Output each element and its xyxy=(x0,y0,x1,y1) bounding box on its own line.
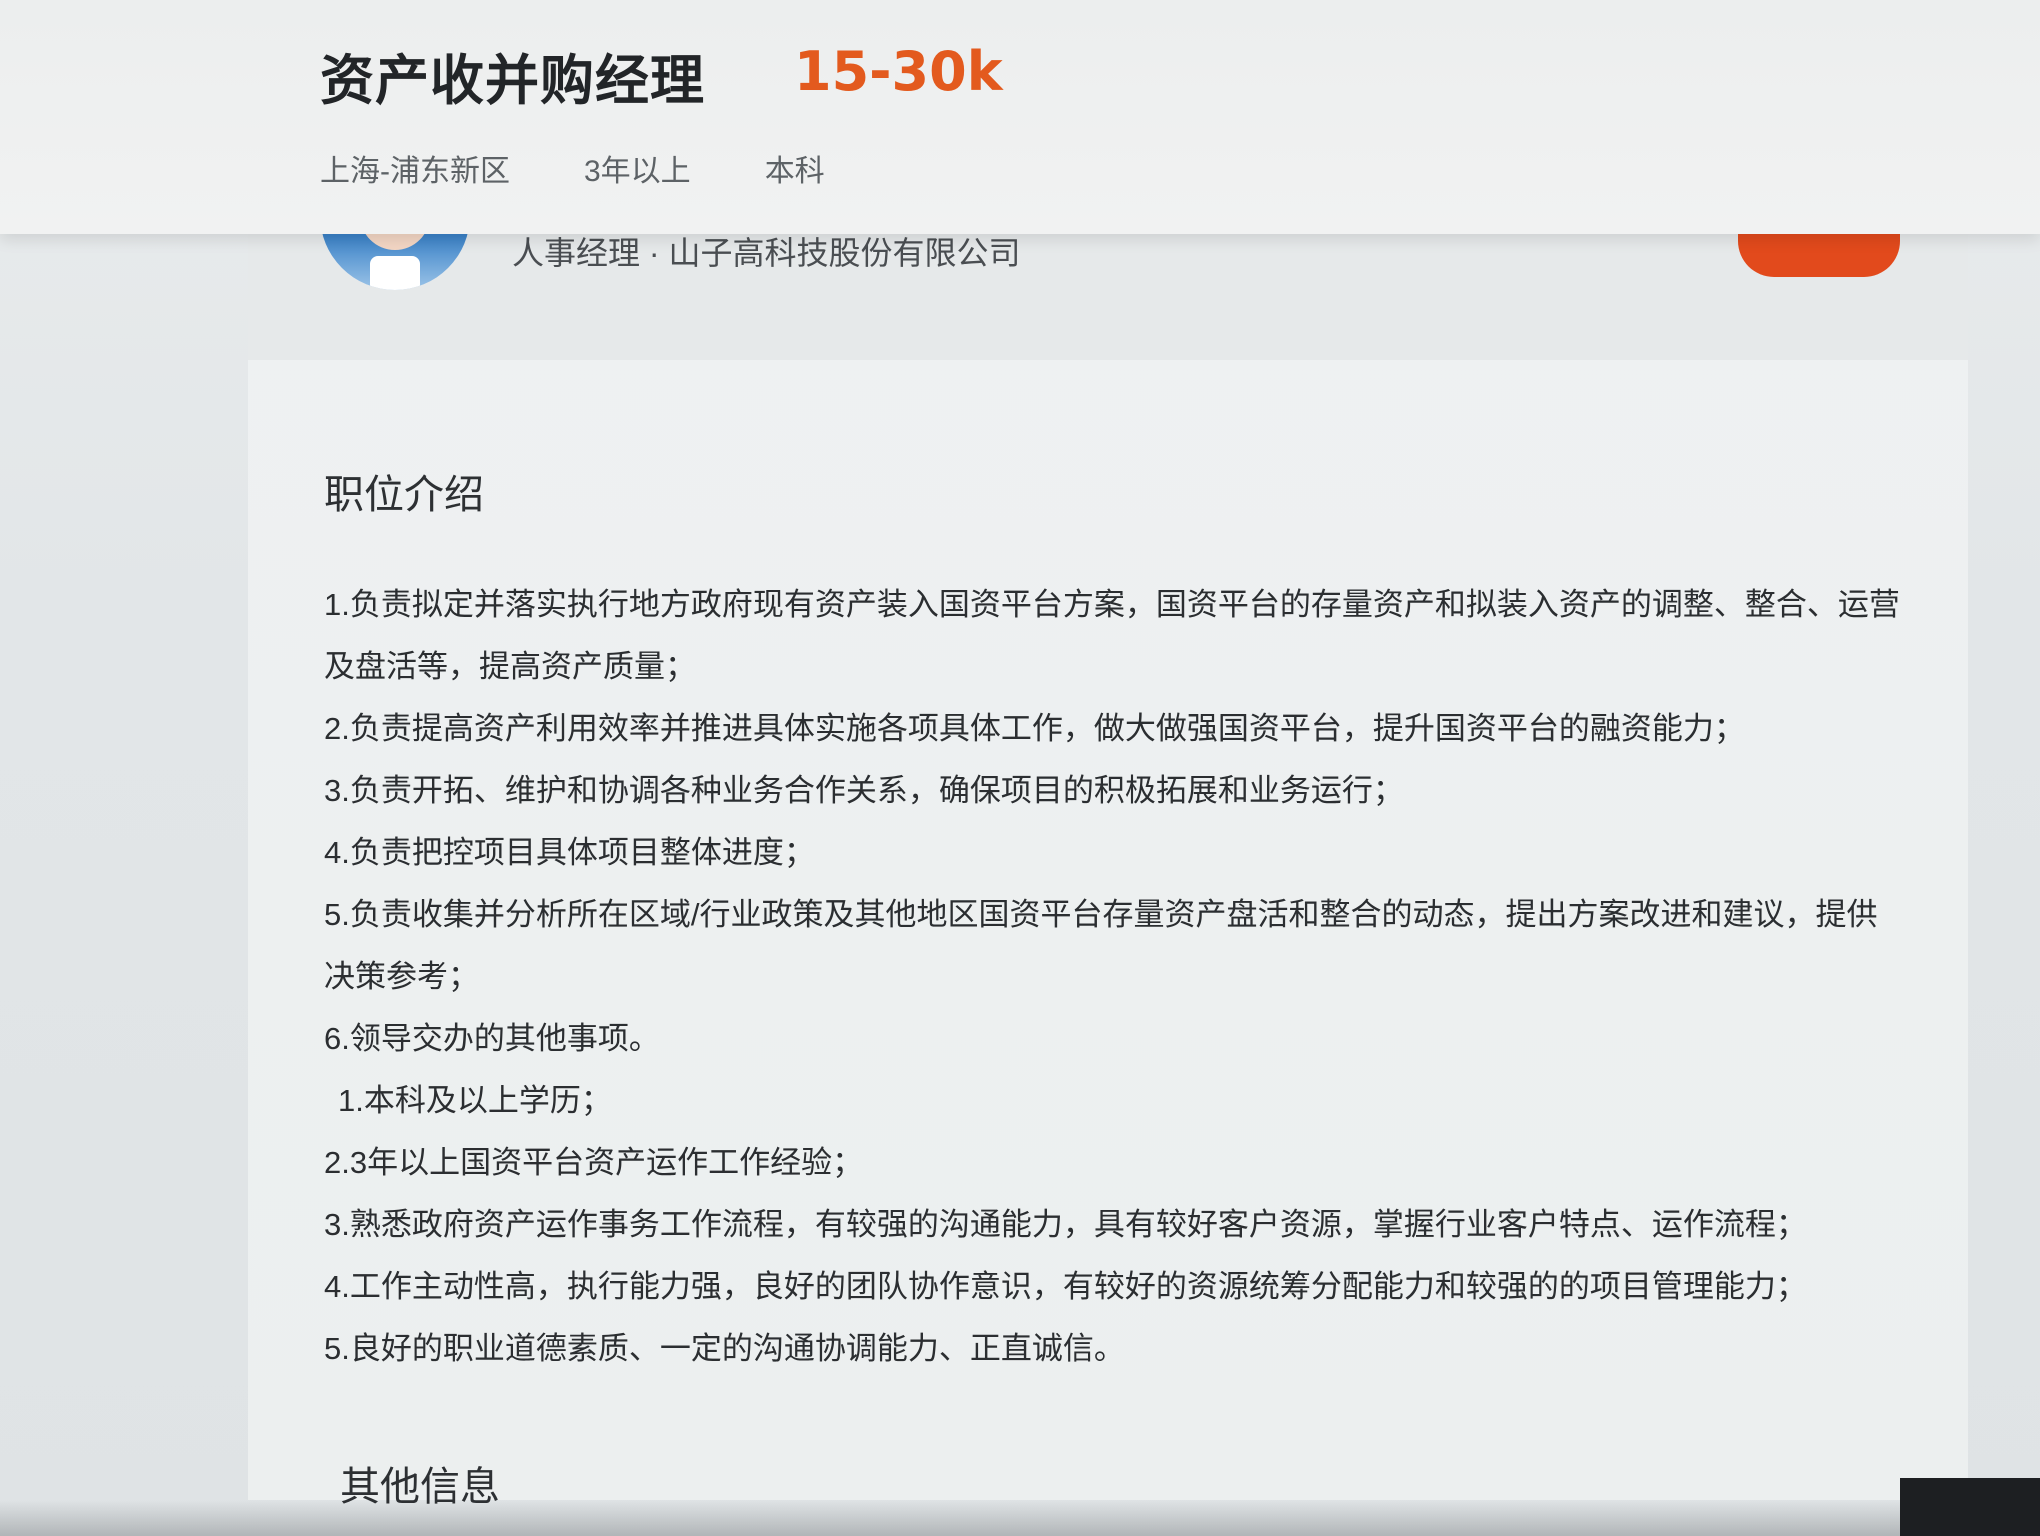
requirement-line: 3.熟悉政府资产运作事务工作流程，有较强的沟通能力，具有较好客户资源，掌握行业客… xyxy=(324,1207,1807,1242)
sticky-job-header: 资产收并购经理 15-30k 上海-浦东新区 3年以上 本科 xyxy=(0,0,2040,234)
avatar-collar xyxy=(370,256,420,290)
requirement-line: 1.本科及以上学历； xyxy=(338,1083,612,1118)
screen-bezel xyxy=(1900,1478,2040,1536)
requirement-line: 5.良好的职业道德素质、一定的沟通协调能力、正直诚信。 xyxy=(324,1331,1125,1366)
job-meta: 上海-浦东新区 3年以上 本科 xyxy=(320,146,825,190)
screen-bottom-shade xyxy=(0,1500,2040,1536)
job-detail-page: 人事经理 · 山子高科技股份有限公司 职位介绍 1.负责拟定并落实执行地方政府现… xyxy=(0,0,2040,1536)
description-line: 4.负责把控项目具体项目整体进度； xyxy=(324,835,815,870)
requirement-line: 2.3年以上国资平台资产运作工作经验； xyxy=(324,1145,864,1180)
description-line: 3.负责开拓、维护和协调各种业务合作关系，确保项目的积极拓展和业务运行； xyxy=(324,773,1404,808)
salary: 15-30k xyxy=(794,40,1003,103)
description-line: 2.负责提高资产利用效率并推进具体实施各项具体工作，做大做强国资平台，提升国资平… xyxy=(324,711,1745,746)
job-location: 上海-浦东新区 xyxy=(320,155,510,188)
job-description-title: 职位介绍 xyxy=(324,473,484,517)
description-line: 6.领导交办的其他事项。 xyxy=(324,1021,660,1056)
description-line: 1.负责拟定并落实执行地方政府现有资产装入国资平台方案，国资平台的存量资产和拟装… xyxy=(324,587,1900,684)
job-education: 本科 xyxy=(764,155,825,188)
job-title: 资产收并购经理 xyxy=(320,49,705,112)
description-line: 5.负责收集并分析所在区域/行业政策及其他地区国资平台存量资产盘活和整合的动态，… xyxy=(324,897,1878,994)
job-experience: 3年以上 xyxy=(584,155,691,188)
requirement-line: 4.工作主动性高，执行能力强，良好的团队协作意识，有较好的资源统筹分配能力和较强… xyxy=(324,1269,1807,1304)
job-description-body: 1.负责拟定并落实执行地方政府现有资产装入国资平台方案，国资平台的存量资产和拟装… xyxy=(324,574,1904,1380)
recruiter-info: 人事经理 · 山子高科技股份有限公司 xyxy=(512,235,1021,271)
